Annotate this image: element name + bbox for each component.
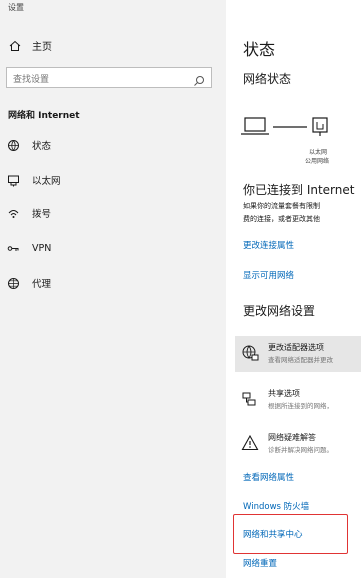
troubleshoot-title: 网络疑难解答	[268, 433, 316, 442]
connected-description-line2: 费的连接，或者更改其他	[243, 215, 320, 223]
adapter-options-item[interactable]: 更改适配器选项 查看网络适配器并更改	[235, 336, 361, 372]
dialup-icon	[6, 206, 20, 220]
sidebar-item-status[interactable]: 状态	[6, 134, 216, 156]
sharing-options-item[interactable]: 共享选项 根据所连接到的网络，	[235, 382, 361, 418]
computer-to-router-icon	[241, 117, 328, 136]
troubleshoot-subtitle: 诊断并解决网络问题。	[268, 446, 333, 454]
adapter-globe-icon	[241, 344, 259, 362]
network-sharing-center-link[interactable]: 网络和共享中心	[243, 528, 303, 540]
view-network-properties-link[interactable]: 查看网络属性	[243, 471, 294, 483]
sidebar: 设置 主页 查找设置 网络和 Internet 状态 以太网 拨号 VPN 代理	[0, 0, 226, 578]
app-title: 设置	[8, 3, 24, 12]
search-input[interactable]: 查找设置	[6, 67, 212, 88]
ethernet-icon	[6, 173, 20, 187]
home-label: 主页	[32, 42, 52, 53]
sidebar-item-proxy[interactable]: 代理	[6, 272, 216, 294]
diagram-label-public: 公用网络	[305, 158, 330, 165]
show-available-networks-link[interactable]: 显示可用网络	[243, 269, 294, 281]
change-connection-properties-link[interactable]: 更改连接属性	[243, 239, 294, 251]
windows-firewall-link[interactable]: Windows 防火墙	[243, 500, 309, 512]
search-placeholder: 查找设置	[13, 75, 50, 85]
troubleshoot-item[interactable]: 网络疑难解答 诊断并解决网络问题。	[235, 426, 361, 462]
connected-description-line1: 如果你的流量套餐有限制	[243, 202, 320, 210]
section-title: 网络和 Internet	[8, 111, 80, 121]
sharing-options-title: 共享选项	[268, 389, 300, 398]
sidebar-item-label: 拨号	[32, 209, 52, 220]
network-diagram: 以太网 公用网络	[241, 112, 361, 172]
proxy-globe-icon	[6, 276, 20, 290]
sidebar-item-label: 状态	[32, 141, 52, 152]
sidebar-item-label: 代理	[32, 279, 52, 290]
home-icon	[8, 39, 22, 53]
network-reset-link[interactable]: 网络重置	[243, 557, 277, 569]
main-panel: 状态 网络状态 以太网 公用网络 你已连接到 Internet 如果你的流量套餐…	[226, 0, 361, 578]
network-status-heading: 网络状态	[243, 72, 292, 86]
adapter-options-subtitle: 查看网络适配器并更改	[268, 356, 333, 364]
change-network-settings-heading: 更改网络设置	[243, 304, 316, 318]
sidebar-home[interactable]: 主页	[8, 38, 52, 53]
sidebar-item-ethernet[interactable]: 以太网	[6, 169, 216, 191]
sidebar-item-label: VPN	[32, 242, 52, 254]
warning-icon	[241, 434, 259, 452]
adapter-options-title: 更改适配器选项	[268, 343, 324, 352]
vpn-icon	[6, 241, 20, 255]
search-icon[interactable]	[193, 72, 205, 86]
sharing-options-subtitle: 根据所连接到的网络，	[268, 402, 333, 410]
sidebar-item-vpn[interactable]: VPN	[6, 237, 216, 259]
diagram-label-ethernet: 以太网	[309, 149, 328, 156]
sharing-icon	[241, 390, 259, 408]
sidebar-item-dialup[interactable]: 拨号	[6, 202, 216, 224]
connected-heading: 你已连接到 Internet	[243, 183, 355, 197]
globe-status-icon	[6, 138, 20, 152]
sidebar-item-label: 以太网	[32, 176, 61, 187]
page-title: 状态	[243, 40, 276, 59]
